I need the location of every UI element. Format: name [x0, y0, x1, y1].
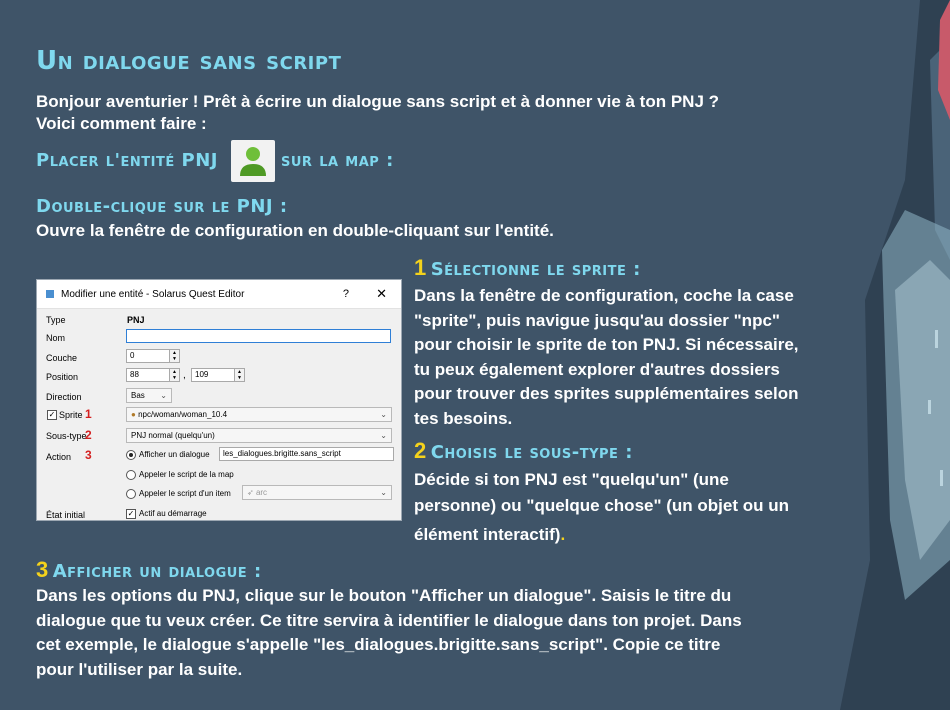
close-button[interactable]: ✕ [376, 286, 387, 302]
step-3-line: pour l'utiliser par la suite. [36, 659, 243, 679]
sprite-checkbox[interactable]: ✓ [47, 410, 57, 420]
step-1-line: tu peux également explorer d'autres doss… [414, 359, 780, 379]
sprite-value: npc/woman/woman_10.4 [138, 410, 228, 419]
window-titlebar: Modifier une entité - Solarus Quest Edit… [37, 280, 401, 309]
marker-3: 3 [85, 448, 92, 462]
step-1-heading: Sélectionne le sprite : [430, 259, 641, 280]
npc-person-icon [231, 140, 275, 182]
step-2-number: 2 [414, 438, 427, 463]
type-label: Type [46, 315, 66, 325]
name-input[interactable] [126, 329, 391, 343]
direction-value: Bas [131, 391, 145, 400]
help-button[interactable]: ? [343, 288, 349, 300]
type-value: PNJ [127, 315, 145, 325]
initial-state-value: Actif au démarrage [139, 509, 207, 518]
step-3-heading-row: 3 Afficher un dialogue : [36, 557, 262, 583]
double-click-heading: Double-clique sur le PNJ : [36, 196, 288, 217]
step-3-line: cet exemple, le dialogue s'appelle "les_… [36, 635, 721, 654]
step-1-line: "sprite", puis navigue jusqu'au dossier … [414, 310, 780, 330]
intro-line-1: Bonjour aventurier ! Prêt à écrire un di… [36, 92, 720, 111]
chevron-down-icon: ⌄ [380, 488, 387, 497]
place-npc-heading-end: sur la map : [281, 150, 394, 171]
step-2-heading: Choisis le sous-type : [430, 442, 633, 463]
direction-label: Direction [46, 392, 82, 402]
subtype-value: PNJ normal (quelqu'un) [131, 431, 215, 440]
page-title: Un dialogue sans script [36, 46, 342, 76]
step-3-heading: Afficher un dialogue : [52, 561, 262, 582]
step-1-heading-row: 1 Sélectionne le sprite : [414, 255, 641, 281]
step-2-line: personne) ou "quelque chose" (un objet o… [414, 496, 790, 515]
sprite-file-icon: ● [131, 410, 136, 419]
dialog-id-input[interactable]: les_dialogues.brigitte.sans_script [219, 447, 394, 461]
entity-editor-window: Modifier une entité - Solarus Quest Edit… [36, 279, 402, 521]
direction-select[interactable]: Bas ⌄ [126, 388, 172, 403]
step-3-number: 3 [36, 557, 49, 582]
layer-stepper[interactable]: 0 ▲ ▼ [126, 349, 180, 363]
step-2-end-dot: . [560, 525, 566, 544]
position-y-value: 109 [195, 370, 209, 379]
sprite-select[interactable]: ● npc/woman/woman_10.4 ⌄ [126, 407, 392, 422]
step-1-line: tes besoins. [414, 408, 513, 428]
position-x-value: 88 [130, 370, 139, 379]
bow-icon: ➶ [247, 488, 254, 497]
decorative-sword-artwork [840, 0, 950, 710]
chevron-down-icon: ⌄ [380, 410, 387, 419]
step-3-line: Dans les options du PNJ, clique sur le b… [36, 586, 732, 605]
layer-value: 0 [130, 351, 135, 360]
step-1-text: Dans la fenêtre de configuration, coche … [414, 284, 799, 431]
subtype-select[interactable]: PNJ normal (quelqu'un) ⌄ [126, 428, 392, 443]
step-1-line: Dans la fenêtre de configuration, coche … [414, 286, 794, 305]
layer-spin-arrows[interactable]: ▲ ▼ [169, 350, 179, 362]
position-x-stepper[interactable]: 88 ▲ ▼ [126, 368, 180, 382]
layer-label: Couche [46, 353, 78, 363]
step-1-number: 1 [414, 255, 427, 280]
place-npc-heading: Placer l'entité PNJ [36, 150, 218, 171]
position-separator: , [183, 370, 186, 381]
double-click-text: Ouvre la fenêtre de configuration en dou… [36, 221, 554, 240]
step-1-line: pour trouver des sprites supplémentaires… [414, 384, 799, 403]
position-label: Position [46, 372, 79, 382]
intro-line-2: Voici comment faire : [36, 114, 207, 133]
step-1-line: pour choisir le sprite de ton PNJ. Si né… [414, 335, 799, 354]
position-y-stepper[interactable]: 109 ▲ ▼ [191, 368, 245, 382]
action-map-label: Appeler le script de la map [139, 470, 234, 479]
step-2-line: Décide si ton PNJ est "quelqu'un" (une [414, 470, 729, 489]
name-label: Nom [46, 333, 66, 343]
action-label: Action [46, 452, 72, 462]
action-dialog-radio[interactable] [126, 450, 136, 460]
sprite-label: Sprite [59, 410, 83, 420]
step-2-heading-row: 2 Choisis le sous-type : [414, 438, 633, 464]
subtype-label: Sous-type [46, 431, 87, 441]
marker-2: 2 [85, 428, 92, 442]
position-x-spin-arrows[interactable]: ▲ ▼ [169, 369, 179, 381]
initial-state-checkbox[interactable]: ✓ [126, 509, 136, 519]
step-3-text: Dans les options du PNJ, clique sur le b… [36, 584, 742, 682]
action-item-label: Appeler le script d'un item [139, 489, 231, 498]
action-dialog-label: Afficher un dialogue [139, 450, 210, 459]
step-3-line: dialogue que tu veux créer. Ce titre ser… [36, 610, 742, 630]
action-item-radio[interactable] [126, 489, 136, 499]
chevron-down-icon: ⌄ [380, 431, 387, 440]
window-title: Modifier une entité - Solarus Quest Edit… [61, 288, 245, 300]
action-map-radio[interactable] [126, 470, 136, 480]
step-2-text: Décide si ton PNJ est "quelqu'un" (une p… [414, 467, 789, 548]
chevron-down-icon: ⌄ [160, 391, 167, 400]
item-select[interactable]: ➶ arc ⌄ [242, 485, 392, 500]
initial-state-label: État initial [46, 510, 86, 520]
app-icon [46, 290, 54, 298]
position-y-spin-arrows[interactable]: ▲ ▼ [234, 369, 244, 381]
marker-1: 1 [85, 407, 92, 421]
step-2-line: élément interactif) [414, 525, 561, 544]
item-value: arc [255, 488, 268, 497]
